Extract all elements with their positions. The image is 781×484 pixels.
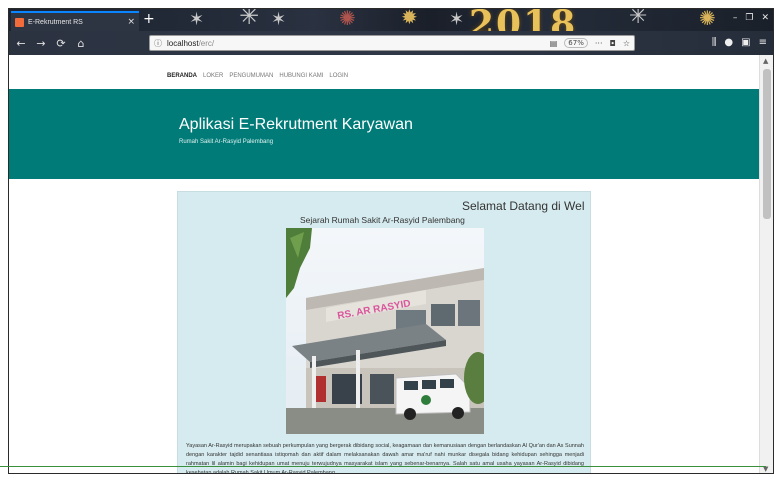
forward-button[interactable]: → <box>33 37 49 50</box>
content-card: Selamat Datang di Wel Sejarah Rumah Saki… <box>177 191 591 474</box>
new-tab-button[interactable]: + <box>143 11 155 27</box>
library-icon[interactable]: ⫼ <box>712 37 717 48</box>
sidebar-icon[interactable]: ▣ <box>741 37 750 48</box>
browser-window: ✶ ✳ ✶ ✺ ✹ ✶ 2018 ✳ ✺ E-Rekrutment RS × +… <box>8 8 774 474</box>
addon-icon[interactable]: ● <box>724 37 733 48</box>
nav-item-loker[interactable]: LOKER <box>203 73 223 79</box>
nav-item-login[interactable]: LOGIN <box>329 73 348 79</box>
window-controls: – ❐ ✕ <box>733 13 769 23</box>
pocket-icon[interactable]: ◘ <box>610 39 616 48</box>
welcome-marquee: Selamat Datang di Wel <box>462 199 585 213</box>
site-title: Aplikasi E-Rekrutment Karyawan <box>179 116 413 133</box>
tab-active[interactable]: E-Rekrutment RS × <box>11 11 139 31</box>
site-nav: BERANDA LOKER PENGUMUMAN HUBUNGI KAMI LO… <box>167 73 348 79</box>
tab-title: E-Rekrutment RS <box>28 18 83 26</box>
nav-item-hubungi-kami[interactable]: HUBUNGI KAMI <box>279 73 323 79</box>
ambulance-van <box>395 373 471 420</box>
site-subtitle: Rumah Sakit Ar-Rasyid Palembang <box>179 139 274 145</box>
zoom-indicator[interactable]: 67% <box>564 38 588 48</box>
reload-button[interactable]: ⟳ <box>53 37 69 50</box>
restore-button[interactable]: ❐ <box>745 13 753 23</box>
firework-decoration: ✳ <box>239 9 260 30</box>
hospital-photo: RS. AR RASYID <box>286 228 484 434</box>
scroll-up-icon[interactable]: ▲ <box>763 57 768 65</box>
address-bar[interactable]: ⓘ localhost /erc/ ▤ 67% ··· ◘ ☆ <box>149 35 635 51</box>
page-viewport: BERANDA LOKER PENGUMUMAN HUBUNGI KAMI LO… <box>9 55 761 474</box>
hero-banner: Aplikasi E-Rekrutment Karyawan Rumah Sak… <box>9 89 761 179</box>
firework-decoration: ✶ <box>189 9 205 30</box>
page-actions-icon[interactable]: ··· <box>595 39 603 48</box>
firework-decoration: ✶ <box>271 9 287 30</box>
page-scrollbar[interactable]: ▲ ▼ <box>759 55 773 473</box>
firework-decoration: ✹ <box>401 9 418 29</box>
firework-decoration: ✶ <box>449 9 465 30</box>
url-host: localhost <box>167 38 199 48</box>
firework-decoration: ✳ <box>629 9 648 29</box>
theme-year-text: 2018 <box>469 9 578 31</box>
nav-item-beranda[interactable]: BERANDA <box>167 73 197 79</box>
url-path: /erc/ <box>198 38 215 48</box>
toolbar-icons: ⫼ ● ▣ ≡ <box>712 37 767 48</box>
site-info-icon[interactable]: ⓘ <box>154 38 162 49</box>
browser-toolbar: ← → ⟳ ⌂ ⓘ localhost /erc/ ▤ 67% ··· ◘ ☆ … <box>9 31 773 55</box>
scrollbar-thumb[interactable] <box>763 69 771 219</box>
home-button[interactable]: ⌂ <box>73 37 89 50</box>
bookmark-star-icon[interactable]: ☆ <box>623 39 630 48</box>
close-window-button[interactable]: ✕ <box>761 13 769 23</box>
history-heading: Sejarah Rumah Sakit Ar-Rasyid Palembang <box>300 215 465 225</box>
history-paragraph: Yayasan Ar-Rasyid merupakan sebuah perku… <box>186 443 584 474</box>
back-button[interactable]: ← <box>13 37 29 50</box>
minimize-button[interactable]: – <box>733 13 738 23</box>
favicon-icon <box>15 17 24 27</box>
nav-item-pengumuman[interactable]: PENGUMUMAN <box>229 73 273 79</box>
firework-decoration: ✺ <box>699 9 716 30</box>
divider <box>0 466 766 467</box>
firework-decoration: ✺ <box>339 9 356 30</box>
tab-strip: ✶ ✳ ✶ ✺ ✹ ✶ 2018 ✳ ✺ E-Rekrutment RS × +… <box>9 9 773 31</box>
close-tab-icon[interactable]: × <box>127 17 135 27</box>
reader-view-icon[interactable]: ▤ <box>550 39 558 48</box>
menu-icon[interactable]: ≡ <box>759 37 767 48</box>
